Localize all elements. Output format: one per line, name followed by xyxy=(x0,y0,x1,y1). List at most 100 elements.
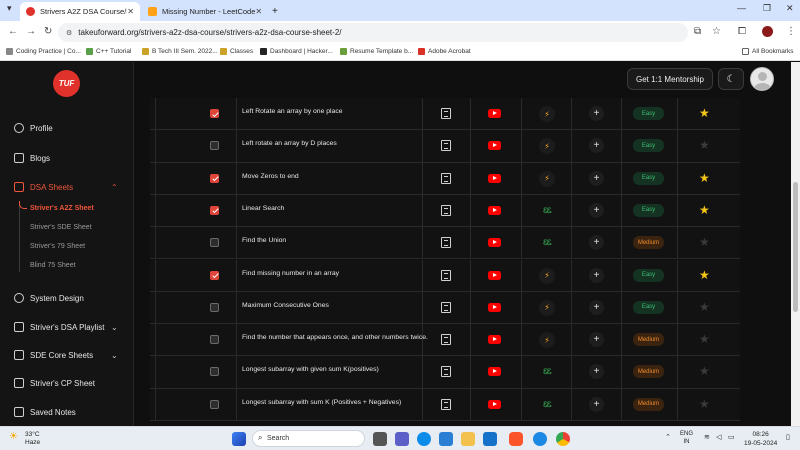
avatar[interactable] xyxy=(750,67,774,91)
forward-icon[interactable]: → xyxy=(26,26,36,37)
status-checkbox[interactable] xyxy=(210,270,219,280)
revision-star-icon[interactable]: ★ xyxy=(699,397,710,411)
address-bar[interactable]: ⚙ takeuforward.org/strivers-a2z-dsa-cour… xyxy=(58,23,688,42)
scrollbar-thumb[interactable] xyxy=(793,182,798,312)
volume-icon[interactable]: ◁ xyxy=(716,433,721,441)
article-icon[interactable] xyxy=(441,301,451,313)
article-icon[interactable] xyxy=(441,269,451,281)
add-note-icon[interactable]: + xyxy=(589,332,604,348)
revision-star-icon[interactable]: ★ xyxy=(699,300,710,314)
profile-avatar-icon[interactable] xyxy=(762,26,773,37)
status-checkbox[interactable] xyxy=(210,141,219,151)
code360-icon[interactable]: ⚡ xyxy=(539,267,555,284)
language-indicator[interactable]: ENG IN xyxy=(680,430,693,446)
minimize-icon[interactable]: — xyxy=(737,3,746,13)
status-checkbox[interactable] xyxy=(210,109,219,118)
gfg-icon[interactable]: ᏋᏋ xyxy=(536,397,558,413)
article-icon[interactable] xyxy=(441,172,451,184)
new-tab-button[interactable]: + xyxy=(268,2,284,21)
code360-icon[interactable]: ⚡ xyxy=(539,138,555,155)
revision-star-icon[interactable]: ★ xyxy=(699,332,710,346)
problem-name[interactable]: Left rotate an array by D places xyxy=(242,140,337,147)
problem-name[interactable]: Find missing number in an array xyxy=(242,270,339,277)
close-tab-icon[interactable]: ✕ xyxy=(127,7,134,16)
sidebar-subitem-a2z[interactable]: Striver's A2Z Sheet xyxy=(30,205,94,212)
bookmark-item[interactable]: Resume Template b... xyxy=(340,48,413,55)
youtube-icon[interactable] xyxy=(488,270,501,280)
mentorship-button[interactable]: Get 1:1 Mentorship xyxy=(627,68,713,90)
battery-icon[interactable]: ▭ xyxy=(728,433,735,441)
revision-star-icon[interactable]: ★ xyxy=(699,235,710,249)
status-checkbox[interactable] xyxy=(210,173,219,183)
problem-name[interactable]: Longest subarray with sum K (Positives +… xyxy=(242,399,401,406)
status-checkbox[interactable] xyxy=(210,399,219,409)
code360-icon[interactable]: ⚡ xyxy=(539,170,555,187)
revision-star-icon[interactable]: ★ xyxy=(699,171,710,185)
article-icon[interactable] xyxy=(441,398,451,410)
status-checkbox[interactable] xyxy=(210,367,219,377)
code360-icon[interactable]: ⚡ xyxy=(539,106,555,122)
sidebar-item-sde-core[interactable]: SDE Core Sheets ⌄ xyxy=(14,350,118,360)
revision-star-icon[interactable]: ★ xyxy=(699,268,710,282)
extensions-icon[interactable]: ⧠ xyxy=(738,26,746,37)
youtube-icon[interactable] xyxy=(488,399,501,409)
sidebar-item-dsa-playlist[interactable]: Striver's DSA Playlist ⌄ xyxy=(14,322,118,332)
gfg-icon[interactable]: ᏋᏋ xyxy=(536,364,558,380)
gfg-icon[interactable]: ᏋᏋ xyxy=(536,235,558,251)
all-bookmarks-button[interactable]: All Bookmarks xyxy=(742,48,794,55)
youtube-icon[interactable] xyxy=(488,205,501,215)
notifications-icon[interactable]: ▯ xyxy=(786,433,790,441)
task-view-icon[interactable] xyxy=(373,432,387,446)
mail-icon[interactable] xyxy=(483,432,497,446)
article-icon[interactable] xyxy=(441,108,451,119)
youtube-icon[interactable] xyxy=(488,367,501,377)
youtube-icon[interactable] xyxy=(488,109,501,118)
menu-icon[interactable]: ⋮ xyxy=(786,26,796,37)
problem-name[interactable]: Find the number that appears once, and o… xyxy=(242,334,428,341)
browser-tab-leetcode[interactable]: Missing Number - LeetCode ✕ xyxy=(142,2,266,21)
reload-icon[interactable]: ↻ xyxy=(44,26,52,37)
bookmark-item[interactable]: Coding Practice | Co... xyxy=(6,48,81,55)
sidebar-item-saved-notes[interactable]: Saved Notes xyxy=(14,407,76,417)
file-explorer-icon[interactable] xyxy=(461,432,475,446)
back-icon[interactable]: ← xyxy=(8,26,18,37)
article-icon[interactable] xyxy=(441,140,451,152)
revision-star-icon[interactable]: ★ xyxy=(699,106,710,120)
brave-icon[interactable] xyxy=(509,432,523,446)
gfg-icon[interactable]: ᏋᏋ xyxy=(536,203,558,219)
bookmark-item[interactable]: Dashboard | Hacker... xyxy=(260,48,333,55)
add-note-icon[interactable]: + xyxy=(589,202,604,218)
article-icon[interactable] xyxy=(441,204,451,216)
problem-name[interactable]: Maximum Consecutive Ones xyxy=(242,302,329,309)
app-icon[interactable] xyxy=(533,432,547,446)
theme-toggle-button[interactable]: ☾ xyxy=(718,68,744,90)
sidebar-item-dsa-sheets[interactable]: DSA Sheets ⌃ xyxy=(14,182,118,192)
problem-name[interactable]: Left Rotate an array by one place xyxy=(242,108,343,115)
status-checkbox[interactable] xyxy=(210,205,219,215)
youtube-icon[interactable] xyxy=(488,302,501,312)
sidebar-item-cp-sheet[interactable]: Striver's CP Sheet xyxy=(14,378,95,388)
add-note-icon[interactable]: + xyxy=(589,364,604,380)
article-icon[interactable] xyxy=(441,366,451,378)
youtube-icon[interactable] xyxy=(488,335,501,345)
sidebar-item-profile[interactable]: Profile xyxy=(14,123,53,133)
sidebar-item-system-design[interactable]: System Design xyxy=(14,293,84,303)
teams-icon[interactable] xyxy=(395,432,409,446)
site-info-icon[interactable]: ⚙ xyxy=(66,29,72,37)
status-checkbox[interactable] xyxy=(210,238,219,248)
youtube-icon[interactable] xyxy=(488,173,501,183)
article-icon[interactable] xyxy=(441,237,451,249)
sidebar-subitem-sde[interactable]: Striver's SDE Sheet xyxy=(30,224,92,231)
status-checkbox[interactable] xyxy=(210,302,219,312)
problem-name[interactable]: Move Zeros to end xyxy=(242,173,299,180)
chrome-icon[interactable] xyxy=(556,432,570,446)
taskbar-search[interactable]: ⌕ Search xyxy=(252,430,365,447)
edge-icon[interactable] xyxy=(417,432,431,446)
youtube-icon[interactable] xyxy=(488,238,501,248)
article-icon[interactable] xyxy=(441,334,451,346)
install-app-icon[interactable]: ⧉ xyxy=(694,26,701,37)
add-note-icon[interactable]: + xyxy=(589,235,604,251)
browser-tab-striver[interactable]: Strivers A2Z DSA Course/Sheet ✕ xyxy=(20,2,140,21)
add-note-icon[interactable]: + xyxy=(589,299,604,315)
add-note-icon[interactable]: + xyxy=(589,106,604,121)
